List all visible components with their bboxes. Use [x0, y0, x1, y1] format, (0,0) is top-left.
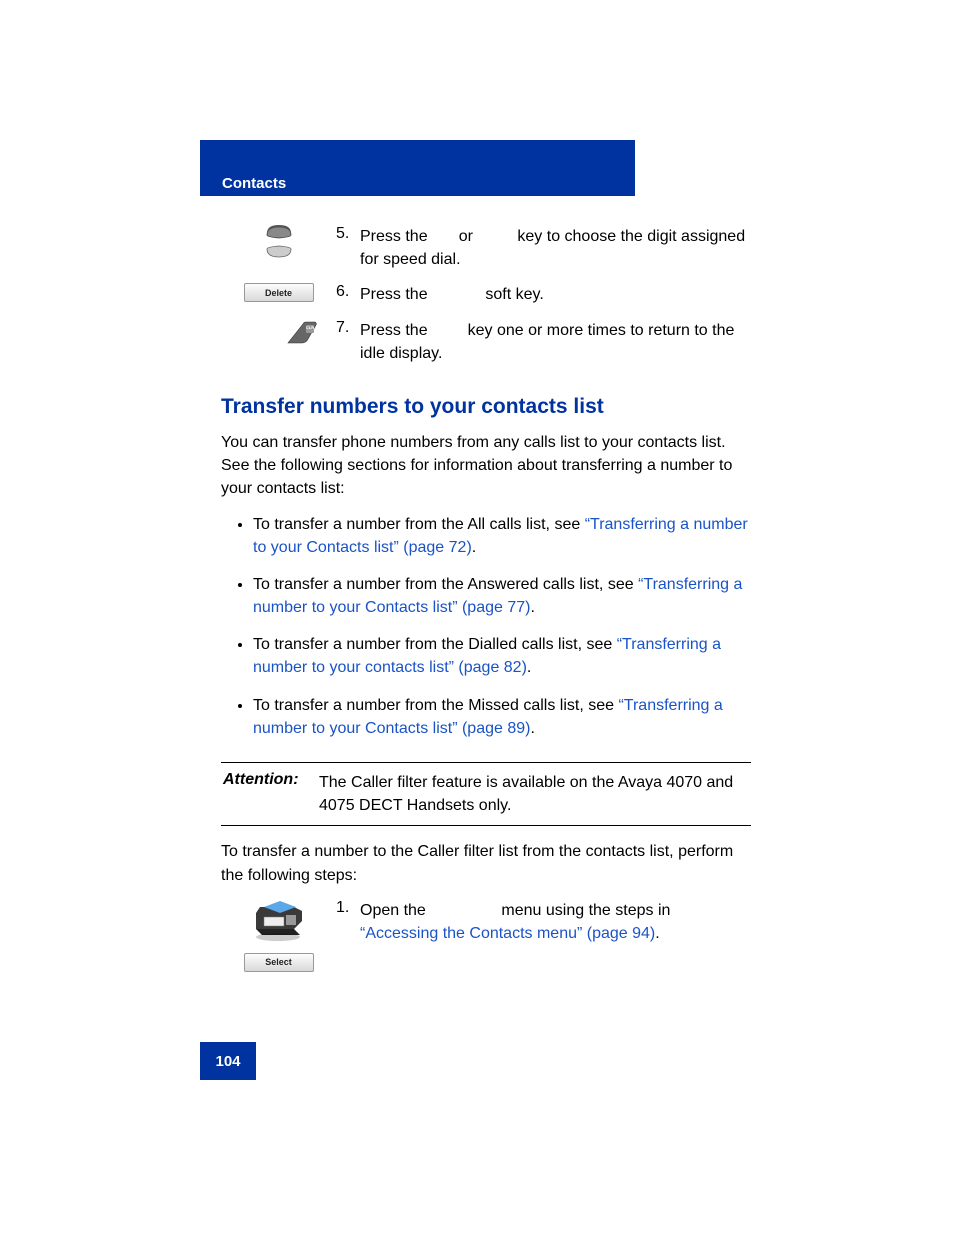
step-text: Open the menu using the steps in “Access…	[360, 899, 751, 945]
page: Contacts 5. Press the or key to ch	[0, 0, 954, 1235]
blank	[432, 322, 463, 339]
blank	[430, 902, 497, 919]
intro-paragraph: You can transfer phone numbers from any …	[221, 431, 751, 501]
step-icon-col: Delete	[221, 283, 336, 302]
page-number: 104	[200, 1042, 256, 1080]
step-icon-col: CLR	[221, 319, 336, 343]
step-row: CLR 7. Press the key one or more times t…	[221, 319, 751, 365]
select-softkey-icon: Select	[244, 953, 314, 972]
step-number: 6.	[336, 283, 360, 301]
main-content: 5. Press the or key to choose the digit …	[221, 225, 751, 984]
nav-up-down-icon	[264, 225, 294, 259]
step-icon-col: Select	[221, 899, 336, 972]
section-heading: Transfer numbers to your contacts list	[221, 395, 751, 419]
attention-label: Attention:	[223, 771, 319, 817]
step-row: Delete 6. Press the soft key.	[221, 283, 751, 306]
step-row: 5. Press the or key to choose the digit …	[221, 225, 751, 271]
blank	[432, 228, 454, 245]
section-header: Contacts	[200, 170, 635, 196]
step-icon-col	[221, 225, 336, 259]
clr-key-icon: CLR	[286, 319, 312, 343]
attention-block: Attention: The Caller filter feature is …	[221, 762, 751, 826]
blank	[477, 228, 513, 245]
contacts-device-icon	[250, 899, 308, 943]
step-text: Press the key one or more times to retur…	[360, 319, 751, 365]
attention-text: The Caller filter feature is available o…	[319, 771, 749, 817]
step-text: Press the or key to choose the digit ass…	[360, 225, 751, 271]
xref-link[interactable]: “Accessing the Contacts menu” (page 94)	[360, 925, 655, 942]
step-row: Select 1. Open the menu using the steps …	[221, 899, 751, 972]
list-item: To transfer a number from the All calls …	[253, 513, 751, 559]
post-attention-paragraph: To transfer a number to the Caller filte…	[221, 840, 751, 886]
delete-softkey-icon: Delete	[244, 283, 314, 302]
step-number: 5.	[336, 225, 360, 243]
step-text: Press the soft key.	[360, 283, 751, 306]
svg-text:CLR: CLR	[306, 325, 314, 330]
step-number: 7.	[336, 319, 360, 337]
list-item: To transfer a number from the Dialled ca…	[253, 633, 751, 679]
header-spacer	[200, 140, 635, 170]
list-item: To transfer a number from the Answered c…	[253, 573, 751, 619]
bullet-list: To transfer a number from the All calls …	[221, 513, 751, 741]
step-number: 1.	[336, 899, 360, 917]
blank	[432, 286, 481, 303]
list-item: To transfer a number from the Missed cal…	[253, 694, 751, 740]
